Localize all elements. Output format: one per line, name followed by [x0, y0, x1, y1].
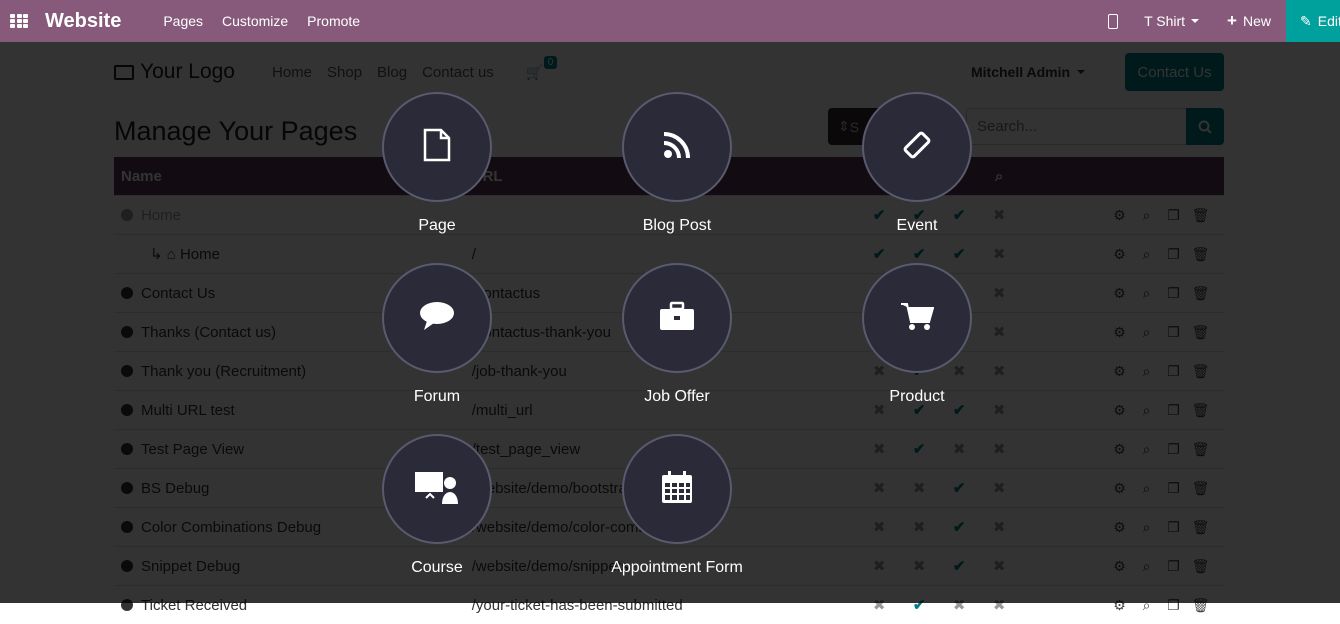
caret-down-icon	[1191, 19, 1199, 23]
website-switcher-label: T Shirt	[1144, 13, 1185, 29]
rss-icon	[662, 130, 692, 165]
file-icon	[422, 128, 452, 167]
new-appointment-form-button[interactable]	[622, 434, 732, 544]
website-switcher[interactable]: T Shirt	[1144, 13, 1199, 29]
new-course-label[interactable]: Course	[347, 559, 527, 577]
new-product-button[interactable]	[862, 263, 972, 373]
presentation-icon	[414, 470, 460, 509]
new-course-button[interactable]	[382, 434, 492, 544]
new-event-button[interactable]	[862, 92, 972, 202]
comment-icon	[419, 300, 455, 337]
apps-menu-icon[interactable]	[10, 14, 28, 28]
app-name[interactable]: Website	[45, 10, 121, 33]
new-forum-button[interactable]	[382, 263, 492, 373]
new-button-label: New	[1243, 13, 1271, 29]
mobile-preview-icon[interactable]	[1108, 14, 1118, 29]
new-blog-post-label[interactable]: Blog Post	[587, 217, 767, 235]
new-page-label[interactable]: Page	[347, 217, 527, 235]
cart-icon	[900, 301, 934, 336]
menu-customize[interactable]: Customize	[222, 13, 288, 29]
new-forum-label[interactable]: Forum	[347, 388, 527, 406]
new-blog-post-button[interactable]	[622, 92, 732, 202]
topbar-right: T Shirt + New ✎ Edit	[1108, 0, 1340, 42]
pencil-icon: ✎	[1300, 13, 1312, 30]
briefcase-icon	[659, 301, 695, 336]
menu-promote[interactable]: Promote	[307, 13, 360, 29]
menu-pages[interactable]: Pages	[163, 13, 203, 29]
calendar-icon	[661, 470, 693, 509]
new-button[interactable]: + New	[1227, 13, 1271, 29]
ticket-icon	[899, 127, 935, 168]
new-job-offer-label[interactable]: Job Offer	[587, 388, 767, 406]
top-menu: Pages Customize Promote	[163, 13, 360, 29]
new-page-button[interactable]	[382, 92, 492, 202]
edit-button-label: Edit	[1318, 13, 1340, 29]
new-job-offer-button[interactable]	[622, 263, 732, 373]
plus-icon: +	[1227, 14, 1237, 28]
top-navbar: Website Pages Customize Promote T Shirt …	[0, 0, 1340, 42]
new-product-label[interactable]: Product	[827, 388, 1007, 406]
new-event-label[interactable]: Event	[827, 217, 1007, 235]
new-appointment-form-label[interactable]: Appointment Form	[587, 559, 767, 577]
edit-button[interactable]: ✎ Edit	[1286, 0, 1340, 42]
